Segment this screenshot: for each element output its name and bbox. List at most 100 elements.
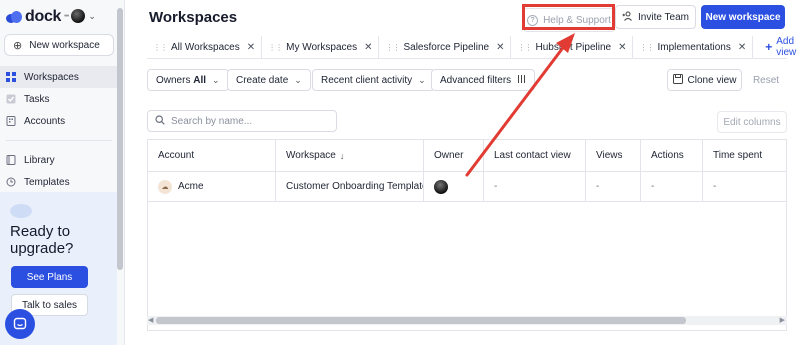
tab-all-workspaces[interactable]: ⋮⋮ All Workspaces ✕ (147, 36, 263, 58)
drag-handle-icon[interactable]: ⋮⋮ (385, 43, 400, 52)
chevron-down-icon: ⌄ (212, 74, 220, 85)
column-header-label: Time spent (713, 150, 763, 161)
sliders-icon (517, 74, 526, 86)
close-icon[interactable]: ✕ (247, 42, 255, 53)
template-icon (6, 177, 16, 187)
invite-team-button[interactable]: Invite Team (615, 5, 696, 29)
column-header-time-spent[interactable]: Time spent (703, 140, 786, 171)
owners-filter-value: All (193, 74, 207, 86)
drag-handle-icon[interactable]: ⋮⋮ (517, 43, 532, 52)
sort-descending-icon[interactable]: ↓ (340, 151, 345, 161)
search-icon (155, 114, 165, 128)
clone-view-label: Clone view (687, 74, 737, 86)
time-spent-value: - (713, 181, 717, 192)
sidebar-item-library[interactable]: Library (0, 149, 118, 171)
sidebar-item-label: Workspaces (24, 71, 79, 83)
sidebar-item-accounts[interactable]: Accounts (0, 110, 118, 132)
edit-columns-button[interactable]: Edit columns (717, 111, 787, 133)
add-view-button[interactable]: + Add view (753, 36, 800, 58)
book-icon (6, 155, 16, 165)
owners-filter-label: Owners (156, 74, 191, 86)
dock-logo-icon (6, 11, 22, 23)
workspace-cell[interactable]: Customer Onboarding Template (276, 172, 424, 201)
search-input[interactable] (171, 115, 321, 127)
new-workspace-button[interactable]: New workspace (701, 5, 785, 29)
sidebar-item-label: Tasks (24, 93, 50, 105)
plus-icon: ⊕ (13, 39, 23, 52)
table-header: Account Workspace ↓ Owner Last contact vi… (148, 140, 786, 172)
owners-filter[interactable]: Owners All ⌄ (147, 69, 229, 91)
column-header-actions[interactable]: Actions (641, 140, 703, 171)
view-tabs: ⋮⋮ All Workspaces ✕ ⋮⋮ My Workspaces ✕ ⋮… (147, 36, 800, 58)
sidebar-item-templates[interactable]: Templates (0, 171, 118, 193)
tab-salesforce-pipeline[interactable]: ⋮⋮ Salesforce Pipeline ✕ (379, 36, 512, 58)
create-date-label: Create date (236, 74, 289, 86)
create-date-filter[interactable]: Create date ⌄ (227, 69, 311, 91)
sidebar-nav: Workspaces Tasks Accounts Library Templa… (0, 66, 118, 193)
close-icon[interactable]: ✕ (496, 42, 504, 53)
column-header-label: Views (596, 150, 623, 161)
tab-my-workspaces[interactable]: ⋮⋮ My Workspaces ✕ (262, 36, 380, 58)
column-header-views[interactable]: Views (586, 140, 641, 171)
sidebar-new-workspace-button[interactable]: ⊕ New workspace (4, 34, 114, 56)
account-cell[interactable]: ☁ Acme (148, 172, 276, 201)
workspace-switcher[interactable]: ••• ⌄ (64, 9, 96, 23)
tab-label: All Workspaces (171, 41, 240, 53)
workspaces-table: Account Workspace ↓ Owner Last contact vi… (147, 139, 787, 331)
close-icon[interactable]: ✕ (618, 42, 626, 53)
table-horizontal-scrollbar[interactable]: ◀ ▶ (147, 316, 787, 325)
clone-view-button[interactable]: Clone view (667, 69, 742, 91)
checkbox-icon (6, 94, 16, 104)
scroll-right-icon[interactable]: ▶ (780, 316, 785, 325)
tab-hubspot-pipeline[interactable]: ⋮⋮ Hubspot Pipeline ✕ (511, 36, 634, 58)
sidebar-scrollbar-thumb[interactable] (117, 8, 123, 270)
column-header-workspace[interactable]: Workspace ↓ (276, 140, 424, 171)
see-plans-button[interactable]: See Plans (11, 266, 88, 288)
reset-button[interactable]: Reset (747, 69, 785, 91)
plus-icon: + (765, 40, 773, 54)
sidebar-item-label: Templates (24, 176, 70, 188)
workspace-dots: ••• (64, 12, 69, 20)
add-view-label: Add view (776, 36, 797, 58)
column-header-owner[interactable]: Owner (424, 140, 484, 171)
save-icon (672, 73, 683, 87)
table-scrollbar-thumb[interactable] (156, 317, 686, 324)
time-spent-cell: - (703, 172, 786, 201)
main-content: Workspaces ? Help & Support Invite Team … (125, 0, 800, 345)
chevron-down-icon: ⌄ (88, 10, 96, 21)
recent-activity-filter[interactable]: Recent client activity ⌄ (312, 69, 435, 91)
chat-support-button[interactable] (5, 309, 35, 339)
last-contact-view-cell: - (484, 172, 586, 201)
app-logo[interactable]: dock (6, 8, 61, 26)
tab-implementations[interactable]: ⋮⋮ Implementations ✕ (633, 36, 754, 58)
add-user-icon (622, 11, 633, 24)
app-name: dock (25, 8, 62, 25)
owner-cell[interactable] (424, 172, 484, 201)
column-header-account[interactable]: Account (148, 140, 276, 171)
actions-value: - (651, 181, 655, 192)
drag-handle-icon[interactable]: ⋮⋮ (153, 43, 168, 52)
sidebar-item-label: Library (24, 154, 55, 166)
owner-avatar (434, 179, 448, 194)
close-icon[interactable]: ✕ (738, 42, 746, 53)
column-header-last-contact-view[interactable]: Last contact view (484, 140, 586, 171)
table-row[interactable]: ☁ Acme Customer Onboarding Template - - … (148, 172, 786, 202)
sidebar-item-tasks[interactable]: Tasks (0, 88, 118, 110)
views-value: - (596, 181, 600, 192)
grid-icon (6, 72, 16, 82)
page-title: Workspaces (149, 9, 238, 26)
recent-activity-label: Recent client activity (321, 74, 413, 86)
search-box[interactable] (147, 110, 337, 132)
advanced-filters-button[interactable]: Advanced filters (431, 69, 536, 91)
drag-handle-icon[interactable]: ⋮⋮ (639, 43, 654, 52)
advanced-filters-label: Advanced filters (440, 74, 512, 86)
last-contact-view-value: - (494, 181, 498, 192)
scroll-left-icon[interactable]: ◀ (148, 316, 153, 325)
column-header-label: Workspace (286, 150, 336, 161)
sidebar-divider (6, 140, 112, 141)
building-icon (6, 116, 16, 126)
close-icon[interactable]: ✕ (364, 42, 372, 53)
drag-handle-icon[interactable]: ⋮⋮ (268, 43, 283, 52)
chevron-down-icon: ⌄ (294, 74, 302, 85)
sidebar-item-workspaces[interactable]: Workspaces (0, 66, 118, 88)
